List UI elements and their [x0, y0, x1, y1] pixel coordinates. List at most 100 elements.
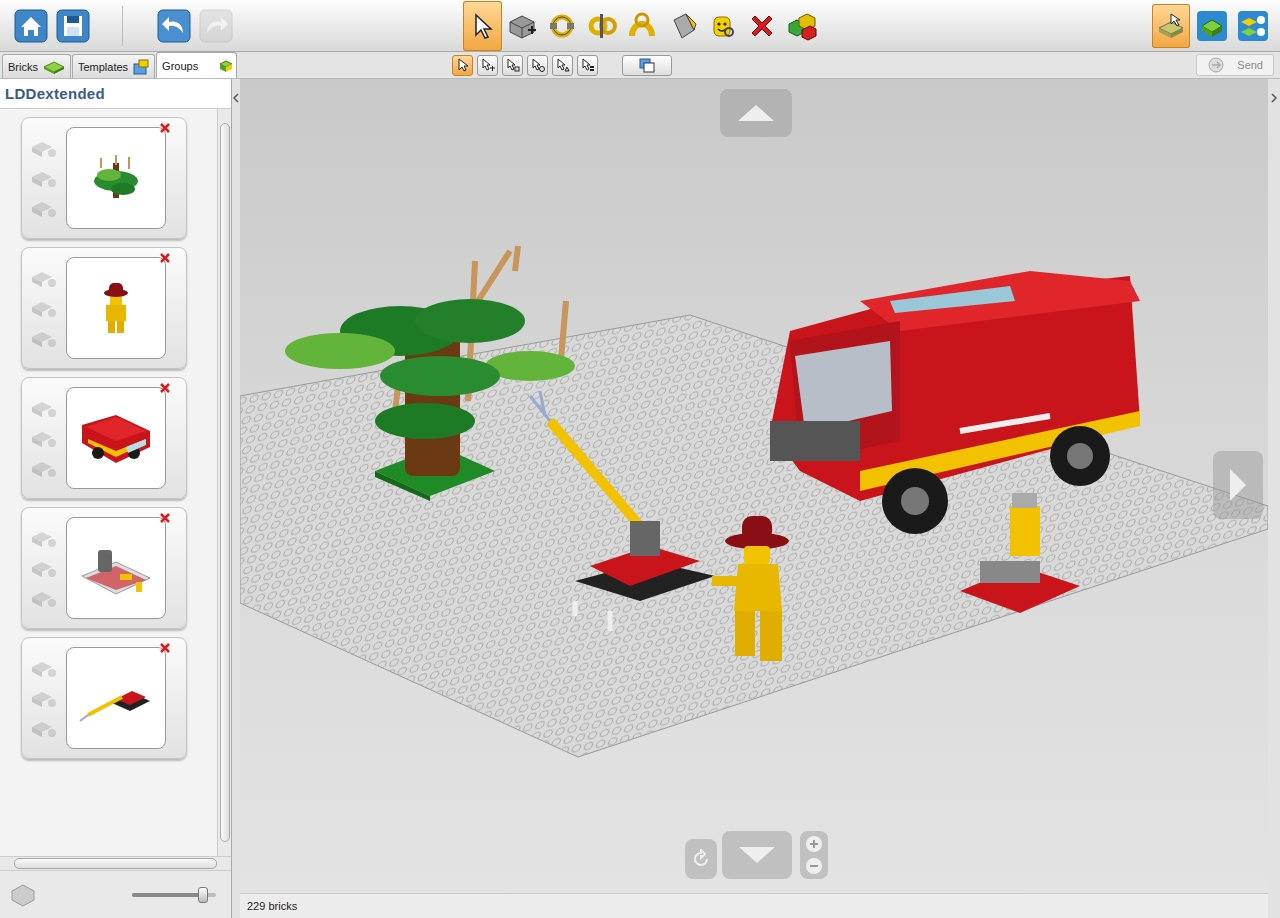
minifig-thumbnail-icon	[81, 273, 151, 343]
status-bar: 229 bricks	[240, 893, 1268, 918]
connected-select-button[interactable]	[502, 55, 523, 76]
clone-tool[interactable]	[503, 1, 542, 51]
tree-model[interactable]	[285, 246, 575, 501]
hinge-tool[interactable]	[543, 1, 582, 51]
delete-group-icon[interactable]	[159, 122, 171, 134]
pan-right-button[interactable]	[1213, 451, 1263, 519]
flex-tool[interactable]	[623, 1, 662, 51]
hinge-icon	[546, 10, 578, 42]
cursor-color-icon	[531, 58, 545, 72]
group-actions[interactable]	[28, 657, 58, 739]
undo-button[interactable]	[155, 4, 193, 48]
minifig-tool[interactable]	[703, 1, 742, 51]
group-thumbnail[interactable]	[66, 257, 166, 359]
group-actions[interactable]	[28, 527, 58, 609]
group-actions[interactable]	[28, 137, 58, 219]
group-action-icon	[28, 557, 58, 579]
group-thumbnail[interactable]	[66, 517, 166, 619]
build-mode-icon	[1155, 10, 1187, 42]
delete-group-icon[interactable]	[159, 382, 171, 394]
zoom-in-icon	[805, 835, 823, 853]
paint-bucket-icon	[666, 10, 698, 42]
group-thumbnail[interactable]	[66, 387, 166, 489]
select-tool[interactable]	[463, 1, 502, 51]
clone-brick-icon	[506, 10, 538, 42]
group-thumbnail[interactable]	[66, 647, 166, 749]
toolbar-separator	[122, 6, 123, 46]
templates-tab[interactable]: Templates	[72, 54, 155, 78]
hide-tool[interactable]	[783, 1, 822, 51]
panel-title-text: LDDextended	[5, 85, 105, 102]
collapse-left-panel[interactable]	[232, 79, 240, 918]
scroll-thumb[interactable]	[14, 858, 217, 869]
flex-icon	[626, 10, 658, 42]
scroll-thumb[interactable]	[220, 123, 230, 842]
zoom-slider-thumb[interactable]	[198, 887, 208, 903]
home-button[interactable]	[12, 4, 50, 48]
group-actions[interactable]	[28, 397, 58, 479]
multi-select-button[interactable]	[477, 55, 498, 76]
invert-selection-icon	[638, 57, 656, 73]
water-cannon-model[interactable]	[530, 391, 715, 631]
scene	[240, 79, 1268, 893]
horizontal-scrollbar[interactable]	[0, 856, 231, 870]
group-thumbnail[interactable]	[66, 127, 166, 229]
delete-tool[interactable]	[743, 1, 782, 51]
invert-select-button[interactable]	[622, 55, 672, 76]
view-mode-button[interactable]	[1193, 4, 1231, 48]
group-action-icon	[28, 687, 58, 709]
group-card[interactable]	[21, 377, 187, 499]
pan-down-button[interactable]	[722, 831, 792, 879]
thumbnail-zoom-bar	[0, 870, 231, 918]
zoom-slider[interactable]	[132, 893, 216, 897]
delete-group-icon[interactable]	[159, 252, 171, 264]
paint-tool[interactable]	[663, 1, 702, 51]
pan-up-button[interactable]	[720, 89, 792, 137]
hinge-align-tool[interactable]	[583, 1, 622, 51]
view-mode-icon	[1196, 10, 1228, 42]
color-select-button[interactable]	[527, 55, 548, 76]
group-action-icon	[28, 167, 58, 189]
redo-icon	[199, 9, 233, 43]
group-card[interactable]	[21, 247, 187, 369]
delete-group-icon[interactable]	[159, 642, 171, 654]
firefighter-minifig[interactable]	[712, 516, 789, 661]
group-action-icon	[28, 587, 58, 609]
same-select-button[interactable]	[577, 55, 598, 76]
tree-thumbnail-icon	[81, 143, 151, 213]
right-arrow-icon	[1228, 467, 1248, 503]
group-action-icon	[28, 717, 58, 739]
shape-select-button[interactable]	[552, 55, 573, 76]
zoom-buttons[interactable]	[800, 831, 828, 879]
fire-truck-model[interactable]	[770, 271, 1140, 534]
send-button[interactable]: Send	[1196, 54, 1274, 76]
3d-viewport[interactable]	[240, 79, 1268, 893]
delete-group-icon[interactable]	[159, 512, 171, 524]
groups-panel: LDDextended	[0, 79, 232, 918]
panel-title: LDDextended	[0, 79, 231, 109]
collapse-arrow-icon	[233, 93, 239, 103]
group-card[interactable]	[21, 117, 187, 239]
template-icon	[132, 58, 150, 76]
redo-button[interactable]	[197, 4, 235, 48]
group-card[interactable]	[21, 507, 187, 629]
group-icon	[202, 57, 232, 75]
boat-thumbnail-icon	[76, 528, 156, 608]
jet-ski-model[interactable]	[960, 493, 1080, 613]
group-actions[interactable]	[28, 267, 58, 349]
delete-x-icon	[746, 10, 778, 42]
vertical-scrollbar[interactable]	[217, 109, 231, 856]
group-action-icon	[28, 327, 58, 349]
brick-count: 229 bricks	[247, 900, 297, 912]
single-select-button[interactable]	[452, 55, 473, 76]
rotate-view-button[interactable]	[685, 839, 717, 879]
group-action-icon	[28, 527, 58, 549]
groups-tab[interactable]: Groups	[156, 52, 237, 78]
bricks-tab[interactable]: Bricks	[2, 54, 71, 78]
build-mode-button[interactable]	[1152, 4, 1190, 48]
group-card[interactable]	[21, 637, 187, 759]
instructions-mode-button[interactable]	[1234, 4, 1272, 48]
save-button[interactable]	[54, 4, 92, 48]
collapse-right-panel[interactable]	[1268, 79, 1280, 918]
zoom-slider-fill	[132, 893, 203, 897]
